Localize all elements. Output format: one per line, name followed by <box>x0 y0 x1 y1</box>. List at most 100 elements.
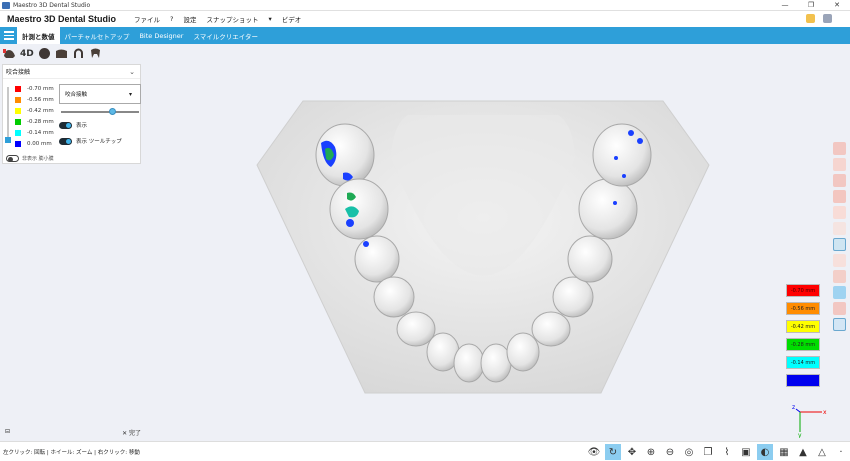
notification-icon[interactable] <box>806 14 815 23</box>
opacity-slider[interactable] <box>61 108 139 115</box>
occlusion-panel: 咬合接触 ⌄ -0.70 mm -0.56 mm -0.42 mm -0.28 … <box>2 64 141 164</box>
menu-settings[interactable]: 設定 <box>183 14 196 24</box>
4d-button[interactable]: 4D <box>20 49 34 59</box>
tooltip-toggle-row: 表示 ツールチップ <box>59 137 122 145</box>
maximize-button[interactable]: ❐ <box>798 0 824 11</box>
jaw-open-icon[interactable] <box>832 222 846 235</box>
tab-smile-creator[interactable]: スマイルクリエイター <box>188 27 263 44</box>
solid-render-icon[interactable]: ▲ <box>795 444 811 460</box>
swatch-blue <box>15 140 21 147</box>
tooltip-toggle-label: 表示 ツールチップ <box>76 139 122 145</box>
zoom-out-icon[interactable]: ⊖ <box>662 444 678 460</box>
swatch-green <box>15 118 21 125</box>
dropdown-arrow-icon: ▾ <box>128 90 132 98</box>
sphere-icon[interactable] <box>38 47 51 60</box>
hide-membrane-toggle[interactable] <box>6 155 19 162</box>
arch-icon[interactable] <box>72 47 85 60</box>
swatch-yellow <box>15 107 21 114</box>
jaw-outline-icon[interactable] <box>832 254 846 267</box>
axis-gizmo: x y z <box>792 404 827 438</box>
tooltip-toggle[interactable] <box>59 137 72 145</box>
lower-jaw-top-icon[interactable] <box>832 206 846 219</box>
dental-arch-model[interactable] <box>143 63 824 440</box>
legend-item <box>786 374 820 387</box>
app-brand: Maestro 3D Dental Studio <box>7 14 117 24</box>
panel-header[interactable]: 咬合接触 ⌄ <box>3 65 140 79</box>
swatch-cyan <box>15 129 21 136</box>
legend-label: -0.70 mm <box>790 287 816 294</box>
window-titlebar: Maestro 3D Dental Studio — ❐ ✕ <box>0 0 850 11</box>
occlusion-front-icon[interactable] <box>832 158 846 171</box>
right-toolbar <box>829 142 849 331</box>
legend-item: -0.14 mm <box>786 356 820 369</box>
dot-icon[interactable]: · <box>833 444 849 460</box>
account-icon[interactable] <box>823 14 832 23</box>
tab-bite-designer[interactable]: Bite Designer <box>134 27 188 44</box>
selected-view-icon[interactable] <box>832 286 846 299</box>
legend-label: -0.14 mm <box>790 359 816 366</box>
scale-value: -0.70 mm <box>27 85 54 92</box>
menu-snapshot[interactable]: スナップショット <box>206 14 258 24</box>
show-toggle-row: 表示 <box>59 121 87 129</box>
panel-footer-icon[interactable]: ⊟ <box>5 428 10 435</box>
tooth-icon[interactable] <box>89 47 102 60</box>
center-icon[interactable]: ◎ <box>681 444 697 460</box>
window-title: Maestro 3D Dental Studio <box>13 1 91 9</box>
rotate-tool-icon[interactable]: ↻ <box>605 444 621 460</box>
done-button[interactable]: ✕ 完了 <box>122 428 141 437</box>
lower-jaw-front-icon[interactable] <box>832 174 846 187</box>
legend-label: -0.42 mm <box>790 323 816 330</box>
view-toggle-icon[interactable] <box>832 238 846 251</box>
scale-value: -0.14 mm <box>27 129 54 136</box>
show-toggle[interactable] <box>59 121 72 129</box>
image-icon[interactable]: ▣ <box>738 444 754 460</box>
tool-row: 4D <box>0 44 850 63</box>
menu-help[interactable]: ? <box>170 15 173 23</box>
tab-virtual-setup[interactable]: パーチャルセトアップ <box>60 27 135 44</box>
legend-item: -0.28 mm <box>786 338 820 351</box>
axis-y-label: y <box>798 432 802 438</box>
show-toggle-label: 表示 <box>76 123 88 129</box>
tab-measurements[interactable]: 計測と数値 <box>17 27 60 44</box>
zoom-in-icon[interactable]: ⊕ <box>643 444 659 460</box>
close-button[interactable]: ✕ <box>824 0 850 11</box>
model-icon[interactable] <box>3 47 16 60</box>
eye-icon[interactable]: 👁 <box>586 444 602 460</box>
mouse-hint: 左クリック: 回転 | ホイール: ズーム | 右クリック: 移動 <box>3 449 140 456</box>
wireframe-icon[interactable]: ▦ <box>776 444 792 460</box>
tabbar: 計測と数値 パーチャルセトアップ Bite Designer スマイルクリエイタ… <box>0 27 850 44</box>
legend-item: -0.42 mm <box>786 320 820 333</box>
upper-jaw-front-icon[interactable] <box>832 142 846 155</box>
measure-icon[interactable]: ⌇ <box>719 444 735 460</box>
chevron-down-icon[interactable]: ⌄ <box>129 68 135 76</box>
menubar: Maestro 3D Dental Studio ファイル ? 設定 スナップシ… <box>0 11 850 27</box>
opacity-slider-thumb[interactable] <box>109 108 116 115</box>
window-controls: — ❐ ✕ <box>772 0 850 11</box>
swatch-red <box>15 85 21 92</box>
both-jaws-icon[interactable] <box>832 302 846 315</box>
analysis-type-select[interactable]: 咬合接触 ▾ <box>59 84 141 104</box>
panel-footer: ⊟ ✕ 完了 <box>5 428 141 438</box>
statusbar: 左クリック: 回転 | ホイール: ズーム | 右クリック: 移動 👁 ↻ ✥ … <box>0 441 850 461</box>
view-toolbar: 👁 ↻ ✥ ⊕ ⊖ ◎ ❐ ⌇ ▣ ◐ ▦ ▲ △ · <box>586 444 849 460</box>
block-icon[interactable] <box>55 47 68 60</box>
menu-video[interactable]: ビデオ <box>282 14 302 24</box>
scale-value: -0.56 mm <box>27 96 54 103</box>
hamburger-menu-icon[interactable] <box>0 27 17 44</box>
profile-icon[interactable]: ◐ <box>757 444 773 460</box>
pan-tool-icon[interactable]: ✥ <box>624 444 640 460</box>
select-value: 咬合接触 <box>65 92 88 98</box>
axis-z-label: z <box>792 404 795 411</box>
outline-render-icon[interactable]: △ <box>814 444 830 460</box>
contact-legend: -0.70 mm -0.56 mm -0.42 mm -0.28 mm -0.1… <box>786 284 820 392</box>
3d-viewport[interactable] <box>143 63 824 440</box>
menu-file[interactable]: ファイル <box>134 14 160 24</box>
menu-snapshot-dropdown[interactable]: ▾ <box>268 15 271 23</box>
copy-view-icon[interactable]: ❐ <box>700 444 716 460</box>
hide-membrane-label: 非表示 膨小膜 <box>22 156 54 162</box>
jaw-profile-icon[interactable] <box>832 270 846 283</box>
upper-jaw-top-icon[interactable] <box>832 190 846 203</box>
app-icon <box>2 1 10 9</box>
minimize-button[interactable]: — <box>772 0 798 11</box>
grid-icon[interactable] <box>832 318 846 331</box>
